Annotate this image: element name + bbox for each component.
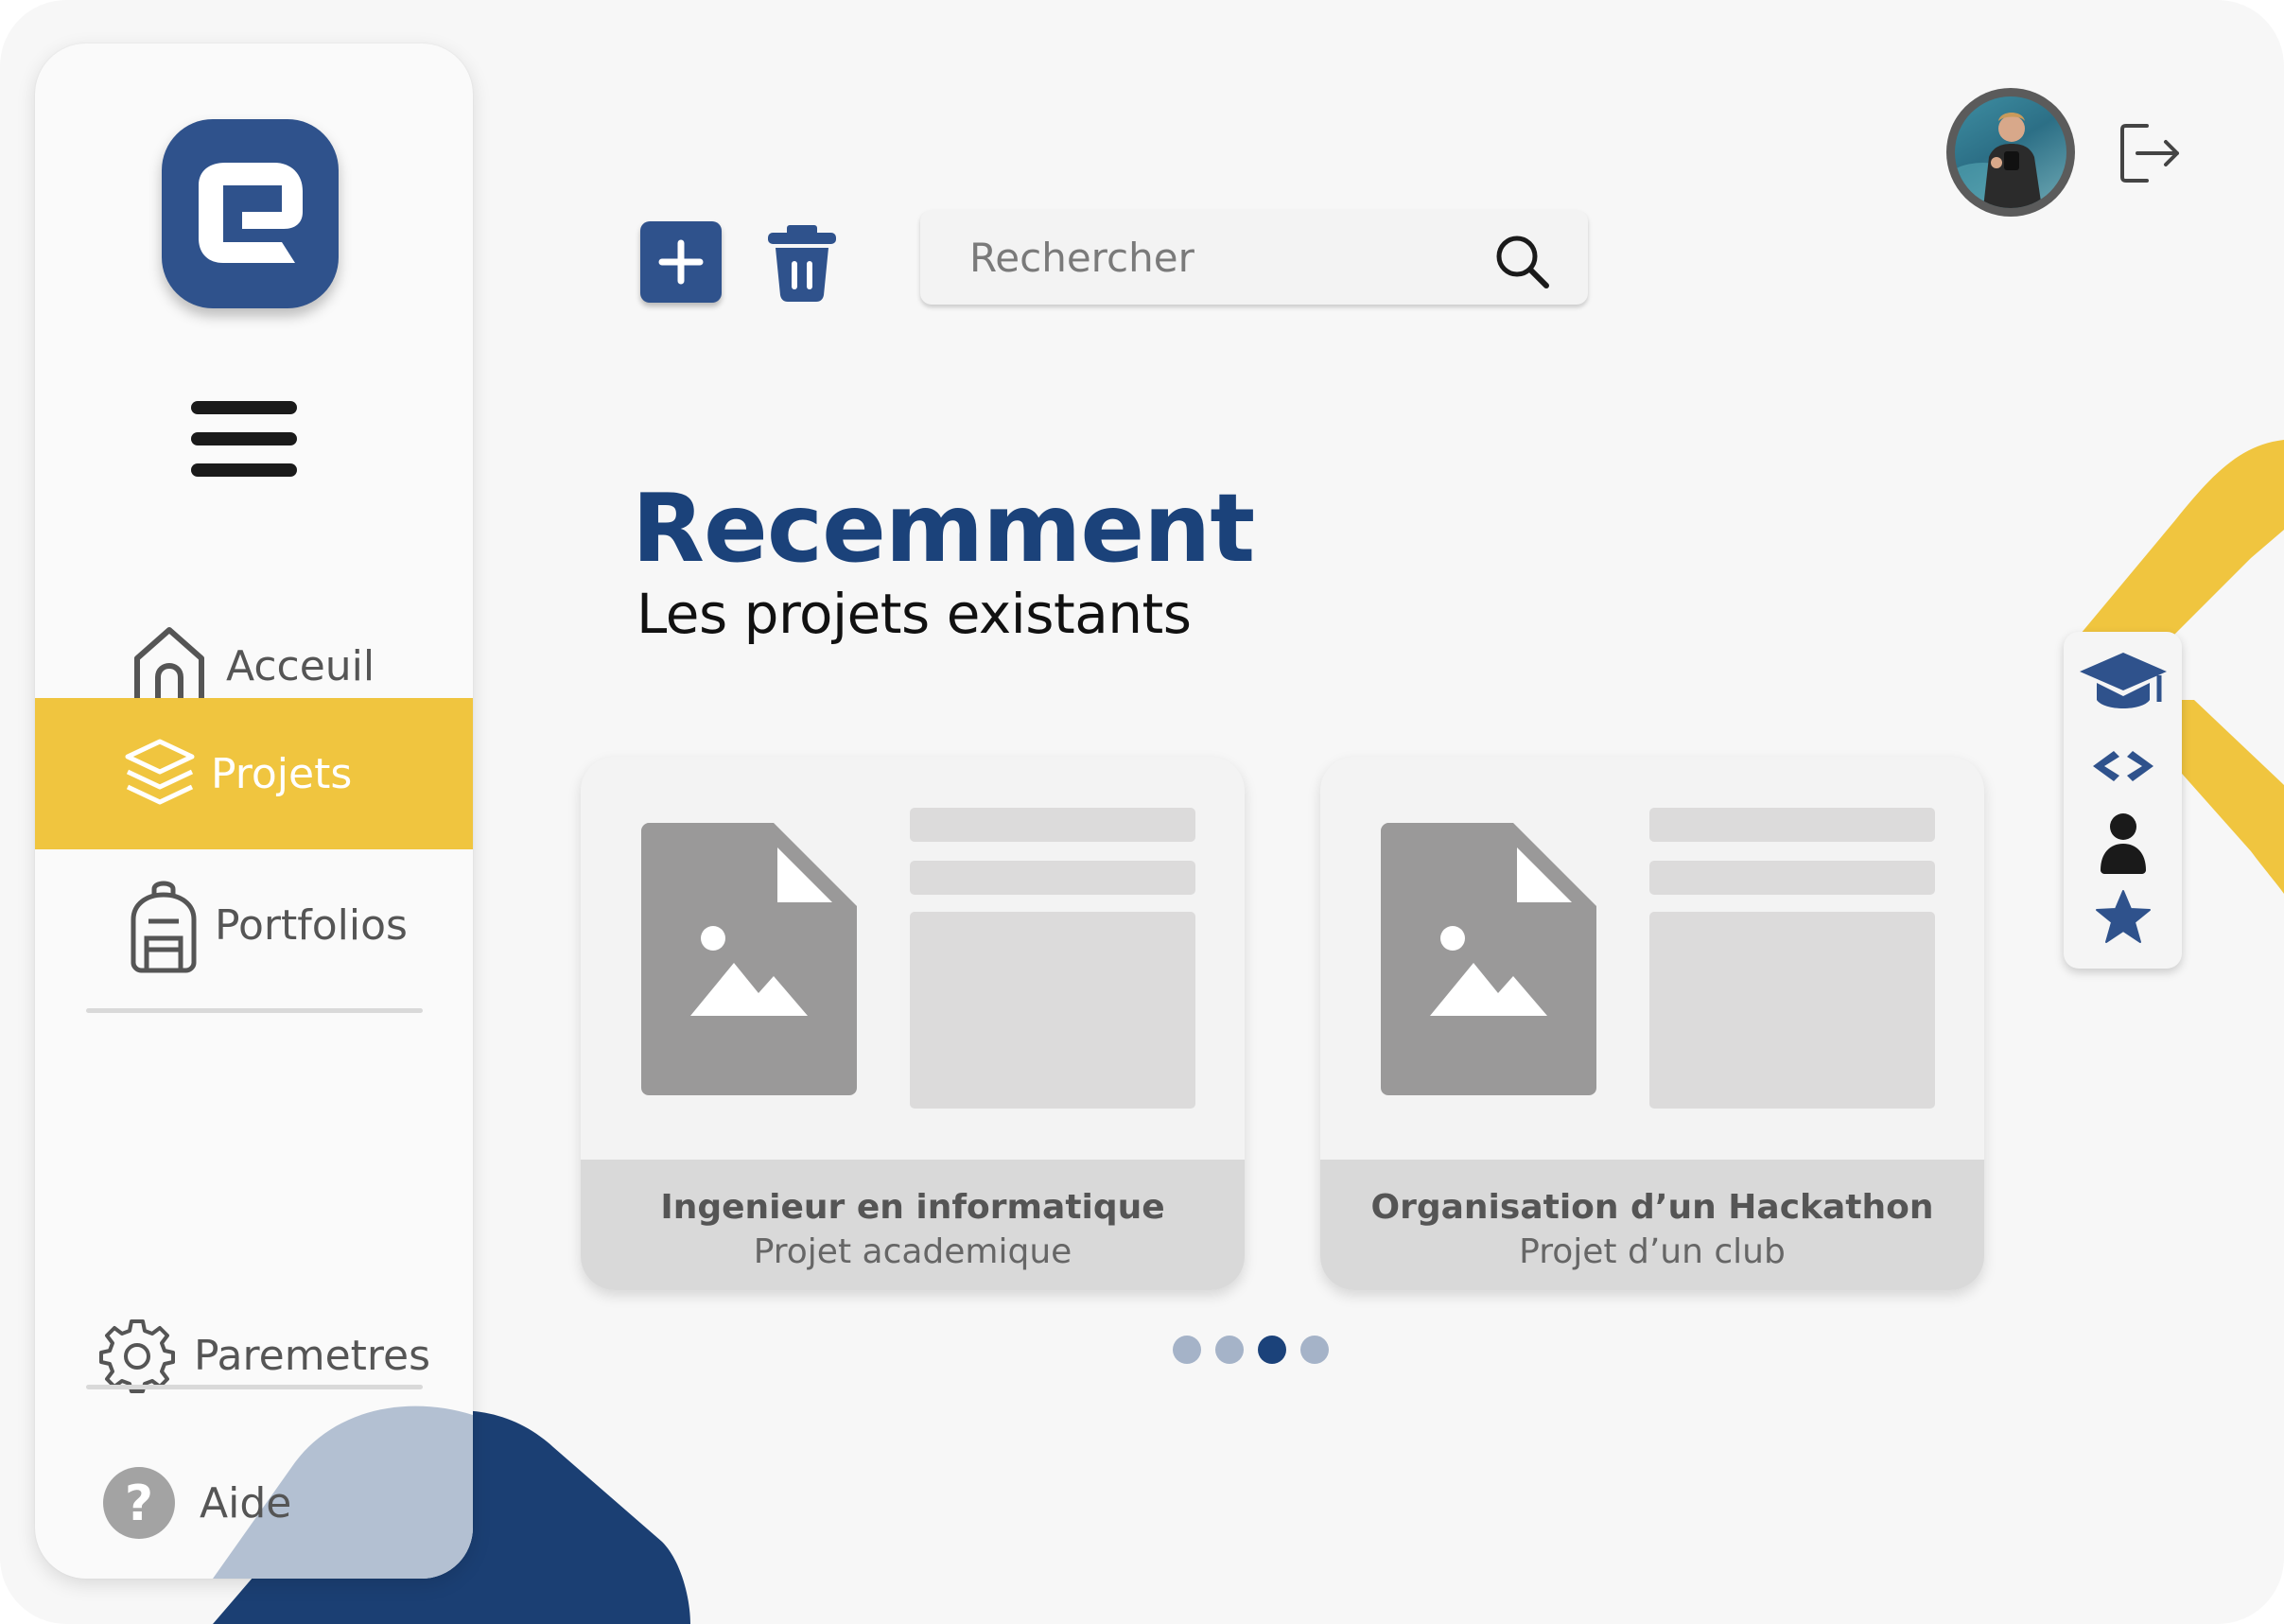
avatar-photo (1955, 96, 2066, 208)
text-placeholder (1649, 808, 1935, 842)
search-input[interactable] (969, 227, 1461, 288)
sidebar-item-portfolios[interactable]: Portfolios (35, 849, 473, 1001)
project-card[interactable]: Ingenieur en informatique Projet academi… (581, 757, 1245, 1290)
code-icon (2092, 751, 2153, 781)
text-placeholder (910, 808, 1195, 842)
plus-icon (658, 239, 704, 285)
pagination-dot[interactable] (1173, 1336, 1201, 1364)
sidebar: Acceuil Projets Portfolios Paremetres ? … (35, 44, 473, 1579)
image-file-icon (641, 823, 857, 1095)
image-file-icon (1381, 823, 1596, 1095)
hamburger-line (191, 432, 297, 445)
layers-icon (125, 739, 195, 805)
text-placeholder (910, 861, 1195, 895)
logout-button[interactable] (2117, 120, 2183, 186)
hamburger-line (191, 463, 297, 477)
svg-text:?: ? (125, 1476, 153, 1532)
card-footer: Ingenieur en informatique Projet academi… (581, 1160, 1245, 1290)
logout-icon (2120, 124, 2179, 183)
logo-mark-icon (198, 163, 303, 263)
user-icon (2100, 813, 2146, 874)
sidebar-divider (86, 1385, 423, 1389)
card-subtitle: Projet academique (753, 1232, 1072, 1271)
pagination-dot[interactable] (1300, 1336, 1329, 1364)
content-placeholder (1649, 912, 1935, 1109)
search-icon[interactable] (1493, 233, 1550, 289)
page-subtitle: Les projets existants (636, 582, 1192, 646)
page-title: Recemment (632, 473, 1255, 584)
sidebar-item-label: Paremetres (194, 1331, 431, 1380)
profile-tool-button[interactable] (2064, 812, 2182, 874)
app-frame: Acceuil Projets Portfolios Paremetres ? … (0, 0, 2284, 1624)
sidebar-item-label: Acceuil (226, 641, 375, 690)
favorites-tool-button[interactable] (2064, 889, 2182, 944)
graduation-cap-icon (2079, 653, 2167, 708)
sidebar-item-label: Aide (200, 1478, 292, 1528)
card-footer: Organisation d’un Hackathon Projet d’un … (1320, 1160, 1984, 1290)
content-placeholder (910, 912, 1195, 1109)
search-bar (920, 210, 1588, 305)
sidebar-item-label: Projets (211, 749, 353, 798)
card-title: Ingenieur en informatique (660, 1188, 1165, 1227)
person-silhouette-icon (1955, 113, 2042, 208)
pagination-dot-active[interactable] (1258, 1336, 1286, 1364)
hamburger-line (191, 401, 297, 414)
help-icon: ? (103, 1467, 175, 1539)
sidebar-item-parametres[interactable]: Paremetres (35, 1284, 473, 1426)
text-placeholder (1649, 861, 1935, 895)
trash-icon (768, 225, 836, 302)
card-subtitle: Projet d’un club (1519, 1232, 1786, 1271)
add-project-button[interactable] (640, 221, 722, 303)
delete-project-button[interactable] (764, 223, 840, 303)
sidebar-item-aide[interactable]: ? Aide (35, 1432, 473, 1574)
home-icon (134, 627, 204, 705)
pagination-dot[interactable] (1215, 1336, 1244, 1364)
sidebar-divider (86, 1008, 423, 1013)
sidebar-item-label: Portfolios (215, 900, 408, 950)
carousel-pagination (1173, 1336, 1329, 1364)
star-icon (2095, 890, 2151, 943)
app-logo[interactable] (162, 119, 339, 308)
education-tool-button[interactable] (2064, 649, 2182, 725)
project-card[interactable]: Organisation d’un Hackathon Projet d’un … (1320, 757, 1984, 1290)
code-tool-button[interactable] (2064, 747, 2182, 785)
sidebar-item-projets[interactable]: Projets (35, 698, 473, 849)
menu-toggle-button[interactable] (191, 401, 297, 477)
backpack-icon (131, 881, 197, 973)
card-title: Organisation d’un Hackathon (1370, 1188, 1934, 1227)
user-avatar[interactable] (1946, 88, 2075, 217)
gear-icon (99, 1319, 175, 1393)
floating-toolbar (2064, 632, 2182, 969)
